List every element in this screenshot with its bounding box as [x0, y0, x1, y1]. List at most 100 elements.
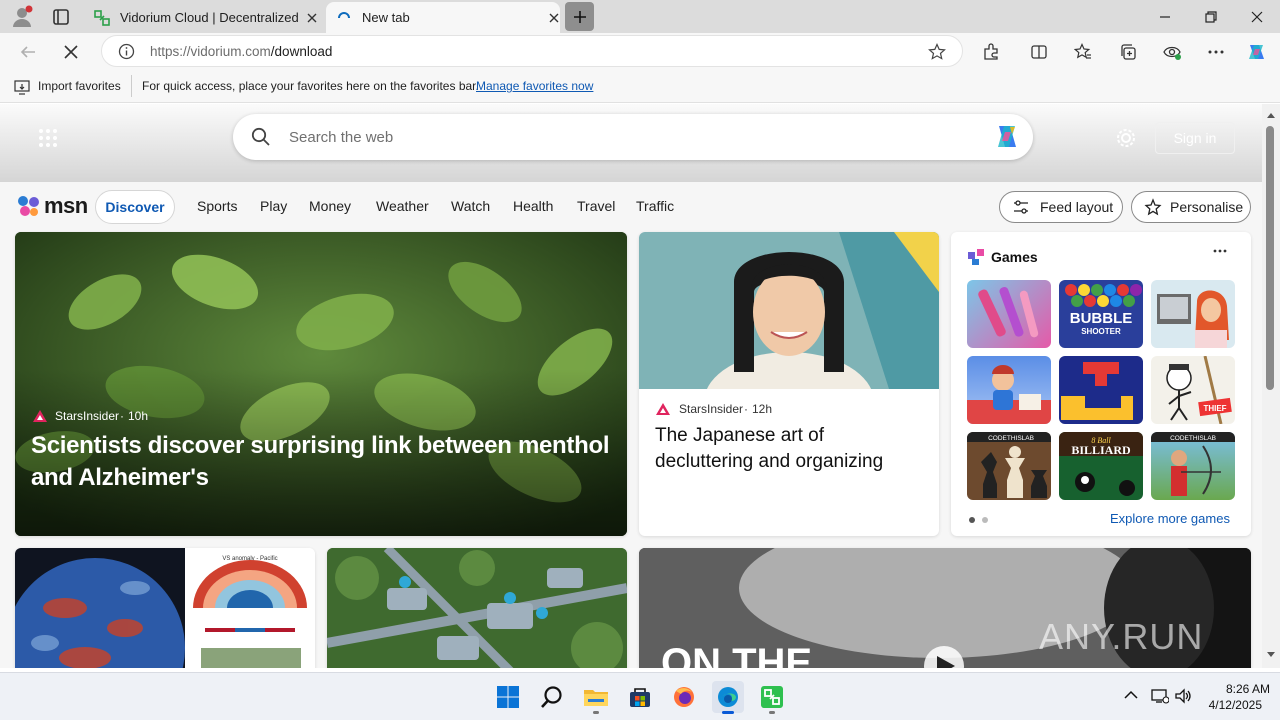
settings-gear-icon[interactable] [1116, 128, 1136, 148]
manage-favorites-link[interactable]: Manage favorites now [476, 79, 593, 93]
climate-story-card[interactable]: VS anomaly - Pacific [15, 548, 315, 668]
bubble-caption: BUBBLE [1070, 310, 1133, 327]
sign-in-button[interactable]: Sign in [1155, 122, 1235, 154]
file-explorer-icon[interactable] [580, 681, 612, 714]
carousel-dot[interactable] [982, 517, 988, 523]
collections-icon[interactable] [1115, 39, 1141, 65]
loading-spinner-icon [336, 10, 352, 26]
new-tab-button[interactable] [565, 2, 594, 31]
games-more-icon[interactable] [1213, 248, 1227, 254]
apps-launcher-icon[interactable] [38, 128, 58, 148]
game-tile-bubble-shooter[interactable]: BUBBLE SHOOTER [1059, 280, 1143, 348]
close-tab-icon[interactable] [306, 12, 318, 24]
firefox-icon[interactable] [668, 681, 700, 713]
more-options-icon[interactable] [1203, 39, 1229, 65]
vidorium-favicon-icon [94, 9, 110, 26]
tab-vidorium[interactable]: Vidorium Cloud | Decentralized L [84, 2, 322, 33]
site-info-icon[interactable] [118, 43, 135, 60]
browser-essentials-icon[interactable] [1159, 39, 1185, 65]
favorites-bar: Import favorites For quick access, place… [0, 70, 1280, 103]
carousel-dot-active[interactable] [969, 517, 975, 523]
personalise-button[interactable]: Personalise [1131, 191, 1251, 223]
feed-layout-button[interactable]: Feed layout [999, 191, 1123, 223]
running-indicator [593, 711, 599, 714]
nav-sports[interactable]: Sports [197, 198, 237, 214]
running-indicator [769, 711, 775, 714]
edge-icon[interactable] [712, 681, 744, 714]
codethislab-caption: CODETHISLAB [988, 435, 1034, 442]
divider [131, 75, 132, 97]
tray-overflow-chevron-icon[interactable] [1124, 690, 1138, 700]
nav-travel[interactable]: Travel [577, 198, 615, 214]
page-scrollbar[interactable] [1262, 104, 1280, 668]
nav-weather[interactable]: Weather [376, 198, 429, 214]
url-path: /download [270, 44, 333, 59]
restore-button[interactable] [1188, 0, 1234, 33]
profile-avatar[interactable] [10, 4, 34, 28]
watermark-text: ANY.RUN [1039, 616, 1204, 657]
explore-more-games-link[interactable]: Explore more games [1110, 511, 1230, 526]
side-story-card[interactable]: StarsInsider · 12h The Japanese art of d… [639, 232, 939, 536]
taskbar-search-icon[interactable] [536, 681, 568, 713]
search-icon [251, 127, 271, 147]
address-bar[interactable]: https://vidorium.com/download [101, 35, 963, 67]
active-indicator [722, 711, 734, 714]
microsoft-store-icon[interactable] [624, 681, 656, 713]
game-tile-doctor[interactable] [1151, 280, 1235, 348]
story-age: 12h [752, 402, 773, 416]
volume-icon[interactable] [1175, 688, 1193, 704]
star-edit-icon [1144, 198, 1162, 216]
browser-toolbar: https://vidorium.com/download [0, 33, 1280, 70]
favorites-icon[interactable] [1070, 39, 1096, 65]
msn-butterfly-icon [18, 196, 39, 216]
close-tab-icon[interactable] [548, 12, 560, 24]
story-source: StarsInsider [679, 402, 744, 416]
strategy-game-card[interactable] [327, 548, 627, 668]
nav-money[interactable]: Money [309, 198, 351, 214]
game-tile-archery[interactable]: CODETHISLAB [1151, 432, 1235, 500]
nav-watch[interactable]: Watch [451, 198, 490, 214]
network-icon[interactable] [1151, 688, 1169, 704]
nav-play[interactable]: Play [260, 198, 287, 214]
back-button[interactable] [15, 39, 41, 65]
story-headline[interactable]: The Japanese art of decluttering and org… [655, 423, 925, 475]
tab-title: New tab [362, 10, 410, 25]
game-tile-chess[interactable]: CODETHISLAB [967, 432, 1051, 500]
dot-separator: · [744, 402, 748, 416]
game-tile-makeup[interactable] [967, 280, 1051, 348]
extensions-icon[interactable] [978, 39, 1004, 65]
split-screen-icon[interactable] [1026, 39, 1052, 65]
game-tile-stickman-thief[interactable]: THIEF [1151, 356, 1235, 424]
tab-actions-icon[interactable] [50, 6, 72, 28]
close-window-button[interactable] [1234, 0, 1280, 33]
nav-health[interactable]: Health [513, 198, 553, 214]
vidorium-app-icon[interactable] [756, 681, 788, 714]
windows-start-icon[interactable] [492, 681, 524, 713]
url-text: https://vidorium.com/download [150, 44, 332, 59]
stop-loading-button[interactable] [58, 39, 84, 65]
game-tile-billiard[interactable]: 8 Ball BILLIARD [1059, 432, 1143, 500]
ocean-globe-image: VS anomaly - Pacific [15, 548, 315, 668]
import-favorites-button[interactable]: Import favorites [38, 79, 121, 93]
clock-time[interactable]: 8:26 AM [1196, 682, 1270, 696]
copilot-search-icon[interactable] [992, 123, 1022, 151]
nav-discover[interactable]: Discover [95, 190, 175, 224]
tab-title: Vidorium Cloud | Decentralized L [120, 10, 300, 25]
copilot-icon[interactable] [1244, 39, 1270, 65]
story-headline[interactable]: Scientists discover surprising link betw… [31, 430, 611, 494]
web-search-box[interactable]: Search the web [233, 114, 1033, 160]
codethislab-caption: CODETHISLAB [1170, 435, 1216, 442]
minimize-button[interactable] [1142, 0, 1188, 33]
nav-traffic[interactable]: Traffic [636, 198, 674, 214]
tab-new-tab[interactable]: New tab [326, 2, 560, 33]
windows-taskbar: 8:26 AM 4/12/2025 [0, 672, 1280, 720]
video-story-card[interactable]: ON THE ANY.RUN [639, 548, 1251, 668]
shooter-caption: SHOOTER [1081, 327, 1121, 336]
msn-logo[interactable]: msn [16, 193, 88, 219]
game-tile-cartoon-builder[interactable] [967, 356, 1051, 424]
game-tile-block-puzzle[interactable] [1059, 356, 1143, 424]
search-input[interactable]: Search the web [289, 129, 393, 146]
favorite-star-icon[interactable] [928, 43, 946, 61]
clock-date[interactable]: 4/12/2025 [1196, 698, 1262, 712]
hero-story-card[interactable]: StarsInsider · 10h Scientists discover s… [15, 232, 627, 536]
